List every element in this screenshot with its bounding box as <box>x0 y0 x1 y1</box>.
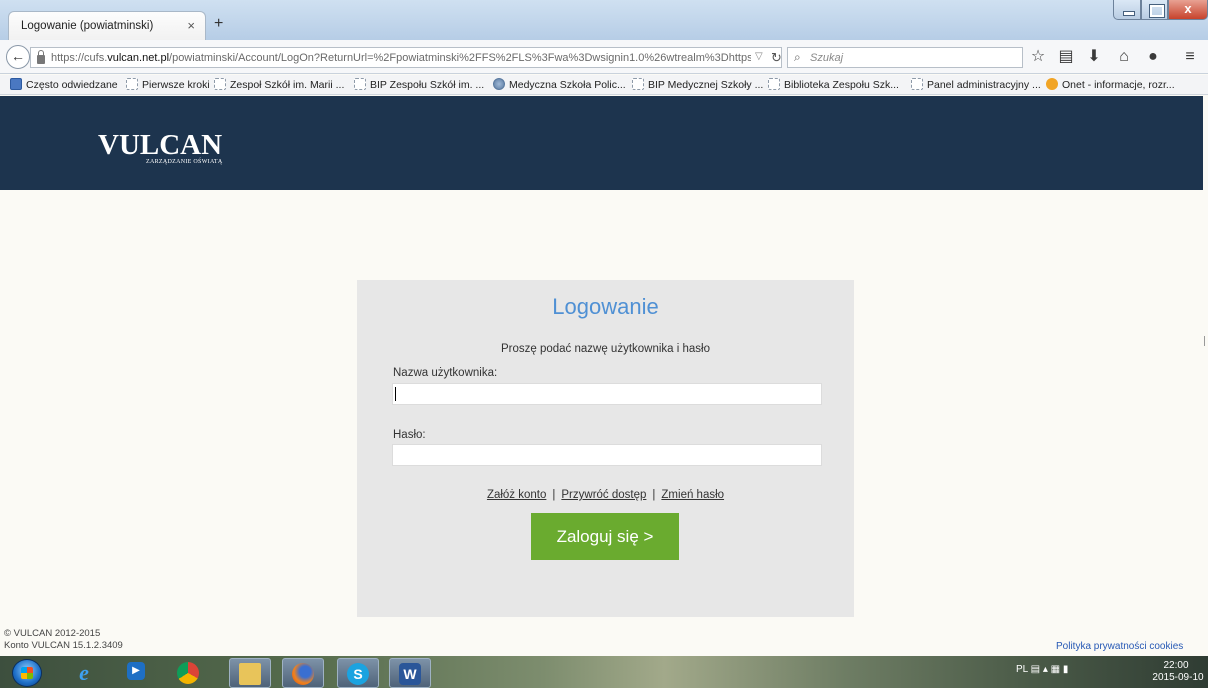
change-password-link[interactable]: Zmień hasło <box>661 489 724 501</box>
bookmark-item[interactable]: BIP Medycznej Szkoły ... <box>632 78 763 91</box>
media-player-icon[interactable]: ▶ <box>118 658 154 688</box>
bookmark-item[interactable]: Pierwsze kroki <box>126 78 210 91</box>
window-minimize-button[interactable] <box>1113 0 1141 20</box>
vulcan-logo[interactable]: VULCAN ZARZĄDZANIE OŚWIATĄ <box>98 130 228 165</box>
clock-date[interactable]: 2015-09-10 <box>1150 672 1206 684</box>
file-explorer-icon[interactable] <box>229 658 271 688</box>
scrollbar-hint <box>1204 336 1208 346</box>
link-separator: | <box>552 489 556 501</box>
login-subtitle: Proszę podać nazwę użytkownika i hasło <box>500 343 711 355</box>
bookmark-item[interactable]: Panel administracyjny ... <box>911 78 1041 91</box>
back-arrow-icon[interactable]: ← <box>6 45 30 69</box>
create-account-link[interactable]: Załóż konto <box>487 489 546 501</box>
page-icon <box>214 78 226 90</box>
login-panel: Logowanie Proszę podać nazwę użytkownika… <box>357 280 854 617</box>
privacy-policy-link[interactable]: Polityka prywatności cookies <box>1056 641 1183 652</box>
system-tray[interactable]: PL ▤ ▴ ▦ ▮ <box>1016 664 1068 675</box>
reload-icon[interactable]: ↻ <box>771 50 782 66</box>
window-maximize-button[interactable] <box>1141 0 1168 20</box>
firefox-icon[interactable] <box>282 658 324 688</box>
chrome-icon[interactable] <box>170 658 206 688</box>
bookmark-item[interactable]: BIP Zespołu Szkół im. ... <box>354 78 484 91</box>
login-button[interactable]: Zaloguj się > <box>531 513 679 560</box>
clock-time[interactable]: 22:00 <box>1150 660 1202 672</box>
account-links: Załóż konto | Przywróć dostęp | Zmień hasło <box>357 489 854 501</box>
new-tab-button[interactable]: + <box>214 15 223 33</box>
bookmark-star-icon[interactable]: ☆ <box>1028 46 1048 68</box>
restore-access-link[interactable]: Przywróć dostęp <box>561 489 646 501</box>
bookmark-folder-icon <box>10 78 22 90</box>
chat-icon[interactable]: ● <box>1143 46 1163 68</box>
page-icon <box>126 78 138 90</box>
page-icon <box>911 78 923 90</box>
bookmark-item[interactable]: Biblioteka Zespołu Szk... <box>768 78 899 91</box>
page-icon <box>354 78 366 90</box>
copyright-text: © VULCAN 2012-2015 <box>4 628 101 639</box>
browser-tab[interactable]: Logowanie (powiatminski) × <box>8 11 206 40</box>
password-input[interactable] <box>392 444 822 466</box>
globe-icon <box>493 78 505 90</box>
skype-icon[interactable]: S <box>337 658 379 688</box>
onet-icon <box>1046 78 1058 90</box>
language-indicator[interactable]: PL <box>1016 664 1028 675</box>
bookmarks-toolbar: Często odwiedzane Pierwsze kroki Zespoł … <box>0 75 1208 95</box>
url-text[interactable]: https://cufs.vulcan.net.pl/powiatminski/… <box>51 52 751 64</box>
username-input[interactable] <box>392 383 822 405</box>
window-close-button[interactable]: x <box>1168 0 1208 20</box>
address-bar[interactable]: https://cufs.vulcan.net.pl/powiatminski/… <box>30 47 782 68</box>
username-label: Nazwa użytkownika: <box>393 367 498 379</box>
home-icon[interactable]: ⌂ <box>1114 46 1134 68</box>
login-title: Logowanie <box>552 294 659 319</box>
link-separator: | <box>652 489 656 501</box>
lock-icon <box>37 50 45 64</box>
bookmark-item[interactable]: Medyczna Szkoła Polic... <box>493 78 626 91</box>
search-placeholder: Szukaj <box>810 52 844 64</box>
start-button[interactable] <box>12 659 42 687</box>
logo-tagline: ZARZĄDZANIE OŚWIATĄ <box>146 159 223 165</box>
bookmark-item[interactable]: Często odwiedzane <box>10 78 118 91</box>
search-box[interactable]: ⌕ Szukaj <box>787 47 1023 68</box>
tab-close-icon[interactable]: × <box>187 18 195 33</box>
search-icon: ⌕ <box>794 50 801 64</box>
url-dropdown-icon[interactable]: ▽ <box>755 51 763 62</box>
password-label: Hasło: <box>393 429 426 441</box>
page-icon <box>632 78 644 90</box>
logo-text: VULCAN <box>98 129 223 161</box>
menu-icon[interactable]: ≡ <box>1180 46 1200 68</box>
text-caret <box>395 387 396 401</box>
footer-info: © VULCAN 2012-2015 Konto VULCAN 15.1.2.3… <box>4 628 123 652</box>
bookmark-item[interactable]: Zespoł Szkół im. Marii ... <box>214 78 344 91</box>
download-icon[interactable]: ⬇ <box>1084 46 1104 68</box>
page-icon <box>768 78 780 90</box>
tab-title: Logowanie (powiatminski) <box>21 20 154 32</box>
version-text: Konto VULCAN 15.1.2.3409 <box>4 640 123 651</box>
reading-list-icon[interactable]: ▤ <box>1056 46 1076 68</box>
internet-explorer-icon[interactable]: e <box>66 658 102 688</box>
word-icon[interactable]: W <box>389 658 431 688</box>
bookmark-item[interactable]: Onet - informacje, rozr... <box>1046 78 1175 91</box>
